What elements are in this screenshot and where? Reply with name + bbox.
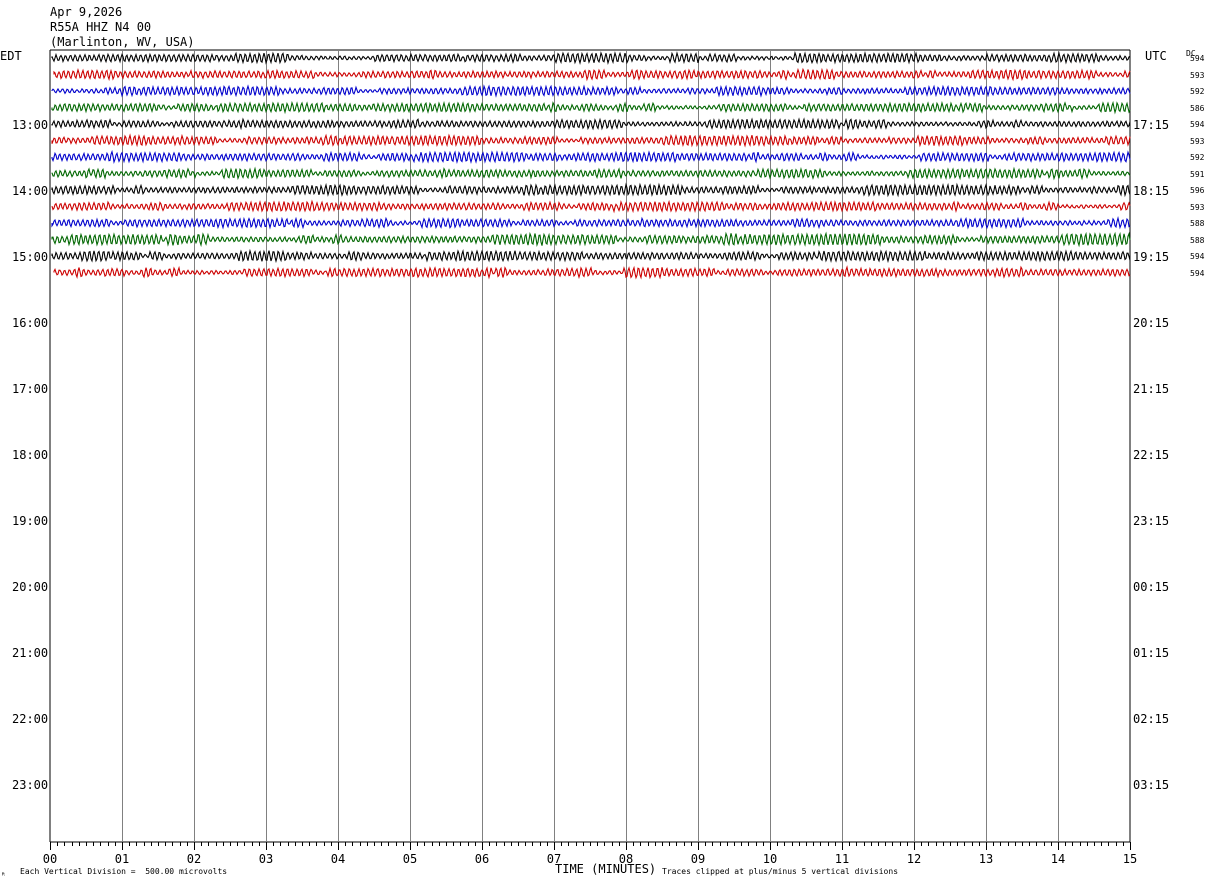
x-tick-label: 02 xyxy=(187,852,201,866)
trace-line xyxy=(51,166,1131,181)
trace-line xyxy=(51,216,1131,230)
trace-line xyxy=(53,67,1131,82)
x-tick-label: 06 xyxy=(475,852,489,866)
x-tick-label: 09 xyxy=(691,852,705,866)
helicorder-plot: 00 01 02 03 04 05 06 07 08 09 10 11 12 13 14 15 xyxy=(43,49,1137,866)
trace-line xyxy=(51,248,1131,264)
x-axis-title: TIME (MINUTES) xyxy=(555,862,657,876)
seismic-traces xyxy=(51,50,1131,280)
scale-note: Each Vertical Division = 500.00 microvol… xyxy=(20,867,228,876)
trace-line xyxy=(51,182,1131,198)
x-tick-label: 13 xyxy=(979,852,993,866)
trace-line xyxy=(51,50,1131,66)
x-tick-label: 14 xyxy=(1051,852,1065,866)
trace-line xyxy=(51,133,1131,148)
x-tick-label: 15 xyxy=(1123,852,1137,866)
trace-line xyxy=(53,265,1131,280)
x-tick-label: 10 xyxy=(763,852,777,866)
trace-line xyxy=(51,117,1131,131)
trace-line xyxy=(51,149,1131,165)
trace-line xyxy=(51,84,1131,98)
x-tick-label: 12 xyxy=(907,852,921,866)
x-tick-label: 03 xyxy=(259,852,273,866)
trace-line xyxy=(51,199,1131,214)
clip-note: Traces clipped at plus/minus 5 vertical … xyxy=(662,867,899,876)
trace-line xyxy=(51,100,1131,115)
x-tick-label: 01 xyxy=(115,852,129,866)
trace-line xyxy=(51,231,1131,248)
corner-mark: ᴿ xyxy=(1,871,6,880)
x-tick-label: 00 xyxy=(43,852,57,866)
minute-gridlines xyxy=(49,49,1131,843)
x-tick-label: 04 xyxy=(331,852,345,866)
x-tick-label: 05 xyxy=(403,852,417,866)
x-tick-label: 11 xyxy=(835,852,849,866)
